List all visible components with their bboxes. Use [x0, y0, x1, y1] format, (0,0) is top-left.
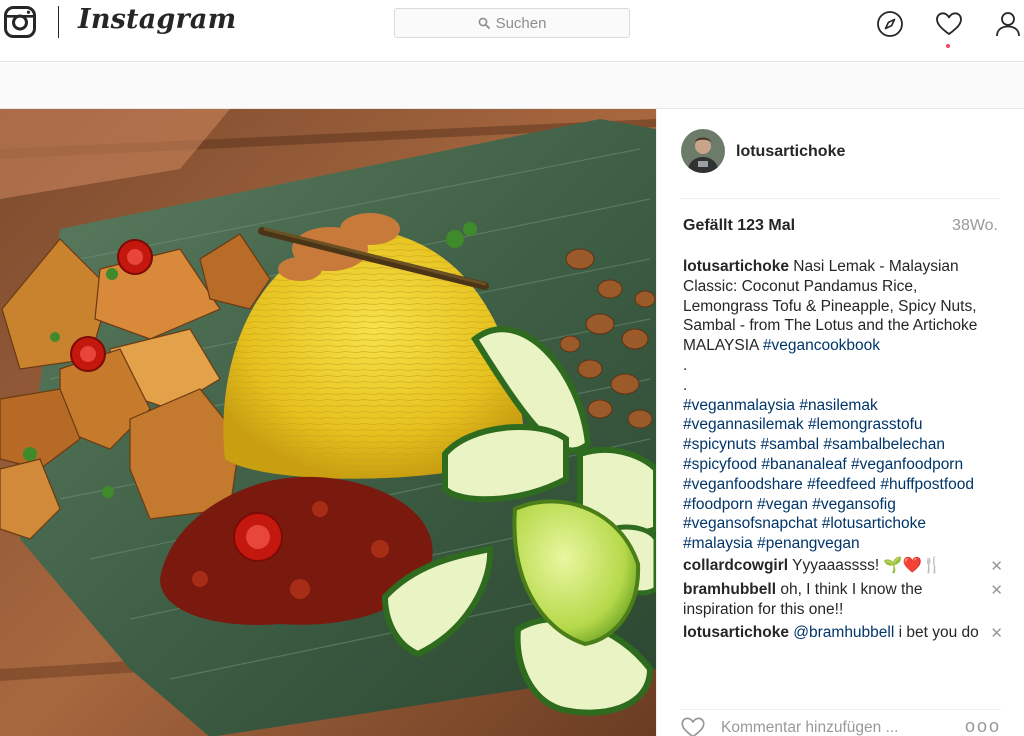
post-header: lotusartichoke: [681, 129, 999, 199]
caption-dot-line: .: [683, 356, 688, 374]
author-avatar[interactable]: [681, 129, 725, 173]
comment-text: i bet you do: [898, 624, 979, 642]
caption-username[interactable]: lotusartichoke: [683, 258, 789, 275]
caption-hashtags[interactable]: #veganmalaysia #nasilemak #vegannasilema…: [683, 397, 974, 553]
comment-bar: ooo: [681, 709, 1001, 736]
instagram-wordmark-logo[interactable]: Instagram: [78, 4, 236, 35]
caption: lotusartichoke Nasi Lemak - Malaysian Cl…: [683, 257, 1003, 554]
post-photo[interactable]: [0, 109, 656, 736]
search-box[interactable]: Suchen: [394, 8, 630, 38]
instagram-glyph-icon[interactable]: [4, 6, 36, 38]
caption-dot-line: .: [683, 376, 688, 394]
food-photo-nasi-lemak: [0, 109, 656, 736]
heart-icon[interactable]: [935, 10, 963, 38]
post-sidebar: lotusartichoke Gefällt 123 Mal 38Wo. lot…: [656, 109, 1024, 736]
profile-icon[interactable]: [994, 10, 1022, 38]
comment-input[interactable]: [721, 718, 941, 736]
post-card: lotusartichoke Gefällt 123 Mal 38Wo. lot…: [0, 108, 1024, 736]
search-placeholder: Suchen: [495, 14, 547, 32]
comments-list: lotusartichoke Nasi Lemak - Malaysian Cl…: [683, 257, 1003, 689]
like-heart-icon[interactable]: [681, 716, 705, 736]
comment-username[interactable]: lotusartichoke: [683, 624, 789, 641]
likes-count[interactable]: Gefällt 123 Mal: [683, 217, 795, 235]
caption-hashtag-vegancookbook[interactable]: #vegancookbook: [763, 337, 880, 354]
top-navigation: Instagram Suchen: [0, 0, 1024, 62]
delete-comment-icon[interactable]: ✕: [990, 557, 1003, 577]
comment-mention[interactable]: @bramhubbell: [793, 624, 894, 641]
compass-icon[interactable]: [876, 10, 904, 38]
comment-text: Yyyaaassss! 🌱❤️🍴: [792, 556, 942, 574]
delete-comment-icon[interactable]: ✕: [990, 581, 1003, 601]
delete-comment-icon[interactable]: ✕: [990, 624, 1003, 644]
logo-divider: [58, 6, 59, 38]
comment-item: collardcowgirl Yyyaaassss! 🌱❤️🍴 ✕: [683, 556, 1003, 576]
post-age[interactable]: 38Wo.: [952, 217, 998, 235]
avatar-image: [681, 129, 725, 173]
comment-username[interactable]: bramhubbell: [683, 581, 776, 598]
author-username[interactable]: lotusartichoke: [736, 143, 845, 161]
comment-item: bramhubbell oh, I think I know the inspi…: [683, 580, 1003, 620]
page-background-band: [0, 63, 1024, 108]
comment-item: lotusartichoke @bramhubbell i bet you do…: [683, 623, 1003, 643]
more-options-button[interactable]: ooo: [965, 717, 1001, 735]
comment-username[interactable]: collardcowgirl: [683, 557, 788, 574]
search-icon: [478, 17, 490, 29]
notification-dot: [946, 44, 950, 48]
